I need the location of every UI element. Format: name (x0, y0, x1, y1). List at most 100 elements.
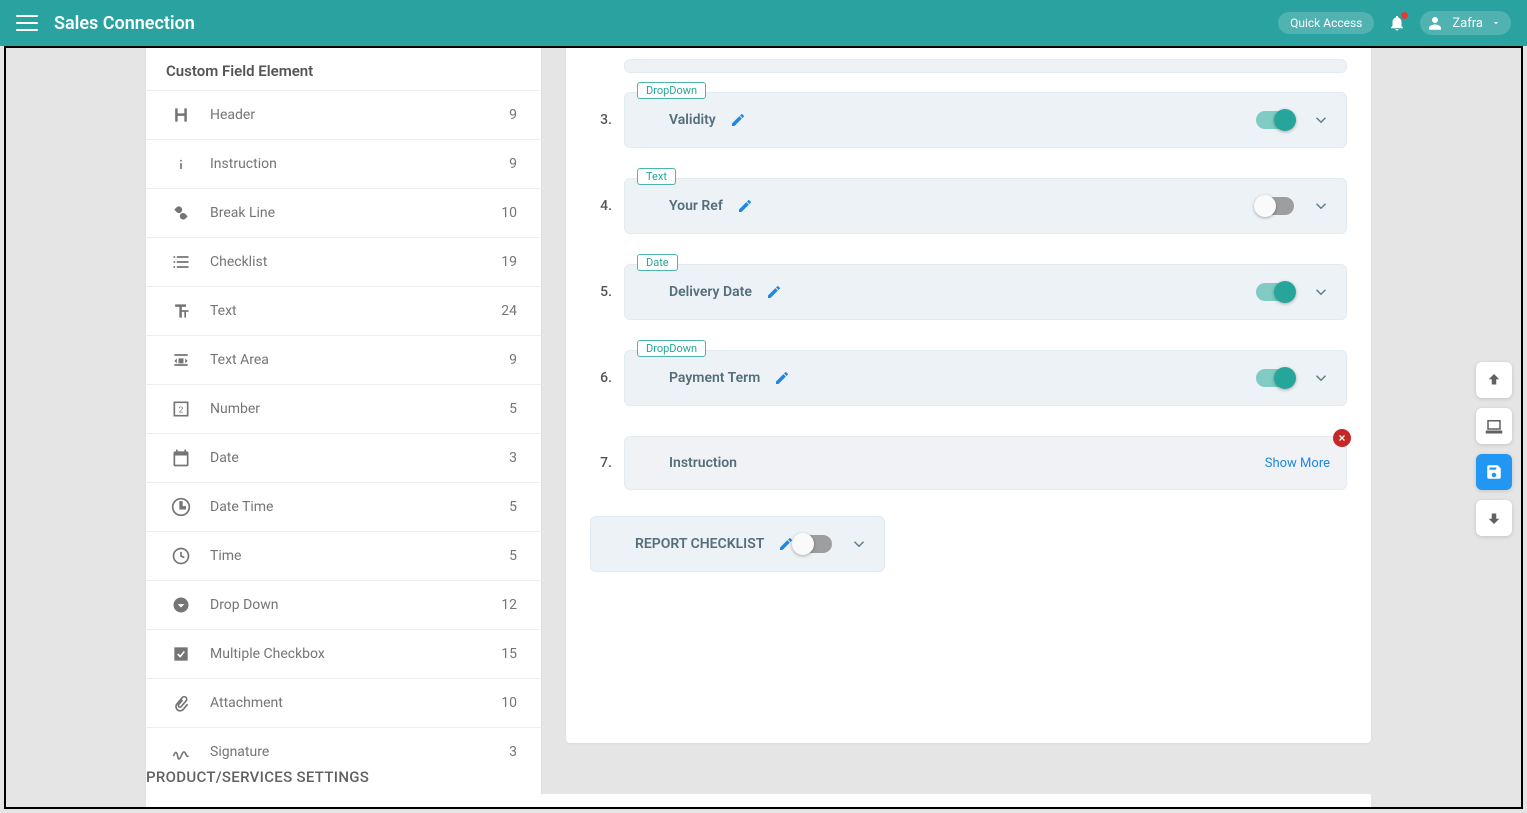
toggle-switch[interactable] (794, 535, 832, 553)
element-count: 19 (501, 254, 517, 270)
notification-bell-icon[interactable] (1388, 14, 1406, 32)
field-type-tag: Text (637, 168, 676, 185)
floating-action-column (1476, 362, 1522, 536)
field-card[interactable]: DateDelivery Date (624, 264, 1347, 320)
user-menu[interactable]: Zafra (1420, 11, 1511, 35)
element-type-attachment[interactable]: Attachment 10 (146, 678, 541, 727)
field-card[interactable]: DropDownValidity (624, 92, 1347, 148)
expand-icon[interactable] (850, 535, 868, 553)
field-name: REPORT CHECKLIST (635, 536, 764, 552)
element-label: Checklist (210, 254, 267, 270)
toggle-switch[interactable] (1256, 369, 1294, 387)
datetime-icon (170, 496, 192, 518)
field-name: Payment Term (669, 370, 760, 386)
element-count: 3 (509, 744, 517, 760)
signature-icon (170, 741, 192, 763)
attachment-icon (170, 692, 192, 714)
svg-text:2: 2 (179, 405, 184, 415)
expand-icon[interactable] (1312, 197, 1330, 215)
field-type-tag: Date (637, 254, 678, 271)
element-count: 9 (509, 156, 517, 172)
element-type-multicheck[interactable]: Multiple Checkbox 15 (146, 629, 541, 678)
quick-access-button[interactable]: Quick Access (1278, 12, 1374, 34)
element-count: 5 (509, 548, 517, 564)
expand-icon[interactable] (1312, 369, 1330, 387)
element-type-instruction[interactable]: Instruction 9 (146, 139, 541, 188)
element-type-datetime[interactable]: Date Time5 (146, 482, 541, 531)
element-label: Break Line (210, 205, 275, 221)
element-type-dropdown[interactable]: Drop Down12 (146, 580, 541, 629)
save-button[interactable] (1476, 454, 1512, 490)
element-count: 5 (509, 401, 517, 417)
textarea-icon (170, 349, 192, 371)
topbar-right: Quick Access Zafra (1278, 11, 1511, 35)
field-card[interactable]: Instruction Show More (624, 436, 1347, 490)
field-number: 4. (590, 198, 612, 214)
element-label: Header (210, 107, 255, 123)
element-count: 5 (509, 499, 517, 515)
element-type-textarea[interactable]: Text Area9 (146, 335, 541, 384)
element-label: Number (210, 401, 260, 417)
field-card[interactable]: DropDownPayment Term (624, 350, 1347, 406)
topbar-left: Sales Connection (16, 13, 195, 34)
edit-icon[interactable] (737, 198, 753, 214)
preview-button[interactable] (1476, 408, 1512, 444)
field-name: Instruction (669, 455, 737, 471)
edit-icon[interactable] (774, 370, 790, 386)
panel-title: Custom Field Element (146, 62, 541, 90)
menu-icon[interactable] (16, 15, 38, 31)
element-count: 10 (501, 695, 517, 711)
element-label: Attachment (210, 695, 283, 711)
element-label: Date (210, 450, 239, 466)
text-icon (170, 300, 192, 322)
show-more-link[interactable]: Show More (1265, 456, 1330, 471)
toggle-switch[interactable] (1256, 111, 1294, 129)
expand-icon[interactable] (1312, 111, 1330, 129)
content-frame: Custom Field Element Header 9 Instruction 9… (4, 46, 1523, 809)
toggle-switch[interactable] (1256, 283, 1294, 301)
chevron-down-icon (1491, 18, 1501, 28)
element-label: Text (210, 303, 237, 319)
element-type-checklist[interactable]: Checklist 19 (146, 237, 541, 286)
checklist-icon (170, 251, 192, 273)
element-label: Signature (210, 744, 269, 760)
field-number: 6. (590, 370, 612, 386)
delete-icon[interactable] (1333, 429, 1351, 447)
field-row: 3.DropDownValidity (566, 88, 1371, 152)
field-type-tag: DropDown (637, 340, 706, 357)
field-row: 4. TextYour Ref (566, 174, 1371, 238)
element-type-breakline[interactable]: Break Line10 (146, 188, 541, 237)
custom-field-element-panel: Custom Field Element Header 9 Instruction 9… (146, 48, 541, 800)
element-type-time[interactable]: Time5 (146, 531, 541, 580)
element-type-number[interactable]: 2 Number 5 (146, 384, 541, 433)
field-config-panel: 3.DropDownValidity4.TextYour Ref5.DateDe… (566, 48, 1371, 743)
field-name: Delivery Date (669, 284, 752, 300)
element-count: 12 (501, 597, 517, 613)
field-name: Validity (669, 112, 716, 128)
field-row: 6. DropDownPayment Term (566, 346, 1371, 410)
time-icon (170, 545, 192, 567)
element-type-date[interactable]: Date3 (146, 433, 541, 482)
expand-icon[interactable] (1312, 283, 1330, 301)
element-label: Multiple Checkbox (210, 646, 325, 662)
move-up-button[interactable] (1476, 362, 1512, 398)
field-row: 7. Instruction Show More (566, 432, 1371, 494)
field-number: 5. (590, 284, 612, 300)
element-count: 9 (509, 107, 517, 123)
move-down-button[interactable] (1476, 500, 1512, 536)
field-number: 7. (590, 455, 612, 471)
toggle-switch[interactable] (1256, 197, 1294, 215)
bottom-panel-strip (146, 794, 1371, 807)
topbar: Sales Connection Quick Access Zafra (0, 0, 1527, 46)
element-type-text[interactable]: Text24 (146, 286, 541, 335)
breakline-icon (170, 202, 192, 224)
field-row: 5. DateDelivery Date (566, 260, 1371, 324)
element-label: Instruction (210, 156, 277, 172)
user-icon (1426, 14, 1444, 32)
field-card[interactable]: TextYour Ref (624, 178, 1347, 234)
element-type-header[interactable]: Header 9 (146, 90, 541, 139)
header-icon (170, 104, 192, 126)
element-count: 15 (501, 646, 517, 662)
edit-icon[interactable] (730, 112, 746, 128)
edit-icon[interactable] (766, 284, 782, 300)
